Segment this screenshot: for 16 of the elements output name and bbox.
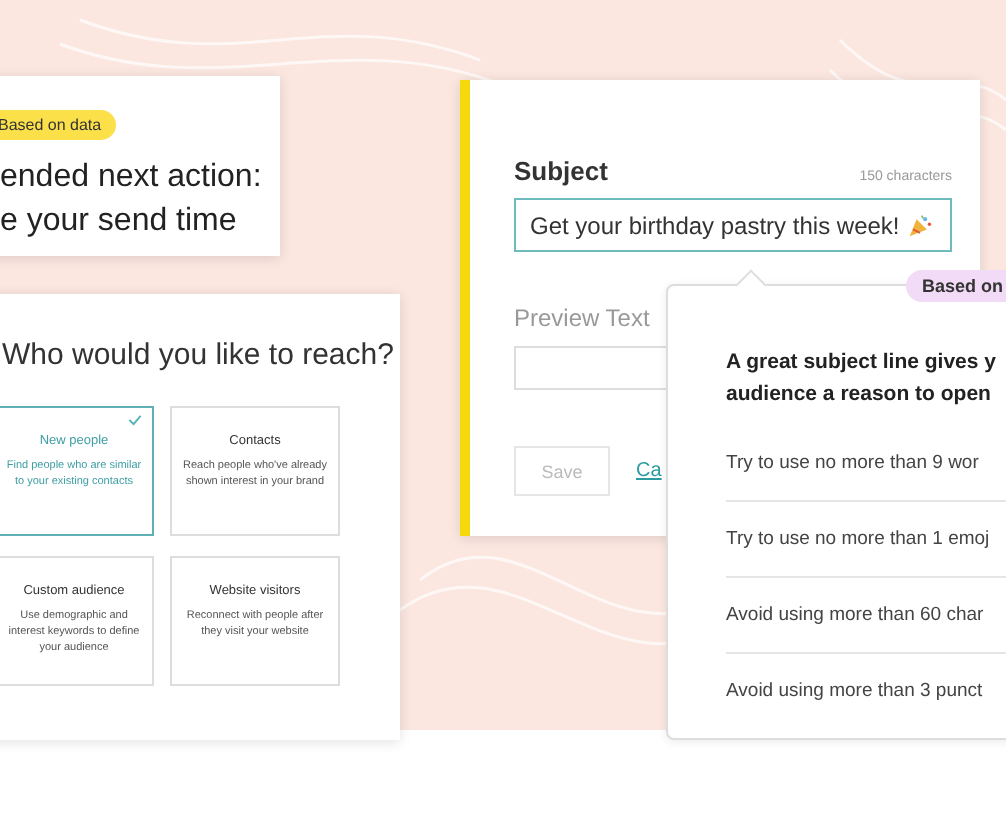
tip-item: Avoid using more than 3 punct bbox=[726, 678, 985, 706]
tip-item: Try to use no more than 1 emoj bbox=[726, 502, 1006, 578]
data-badge: Based on data bbox=[0, 110, 116, 140]
recommendation-text: ended next action: bbox=[0, 158, 264, 198]
tip-heading: audience a reason to open bbox=[726, 380, 993, 410]
data-badge: Based on bbox=[906, 270, 1006, 302]
tip-heading: A great subject line gives y bbox=[726, 348, 998, 378]
check-icon bbox=[128, 414, 142, 426]
recommendation-text: e your send time bbox=[0, 202, 239, 242]
subject-field[interactable]: Get your birthday pastry this week! bbox=[514, 198, 952, 252]
tip-item: Try to use no more than 9 wor bbox=[726, 426, 1006, 502]
tip-item: Avoid using more than 60 char bbox=[726, 578, 1006, 654]
field-label: Preview Text bbox=[514, 304, 650, 332]
card-title: Who would you like to reach? bbox=[2, 338, 396, 372]
field-label: Subject bbox=[514, 156, 608, 186]
party-popper-icon bbox=[907, 213, 932, 237]
